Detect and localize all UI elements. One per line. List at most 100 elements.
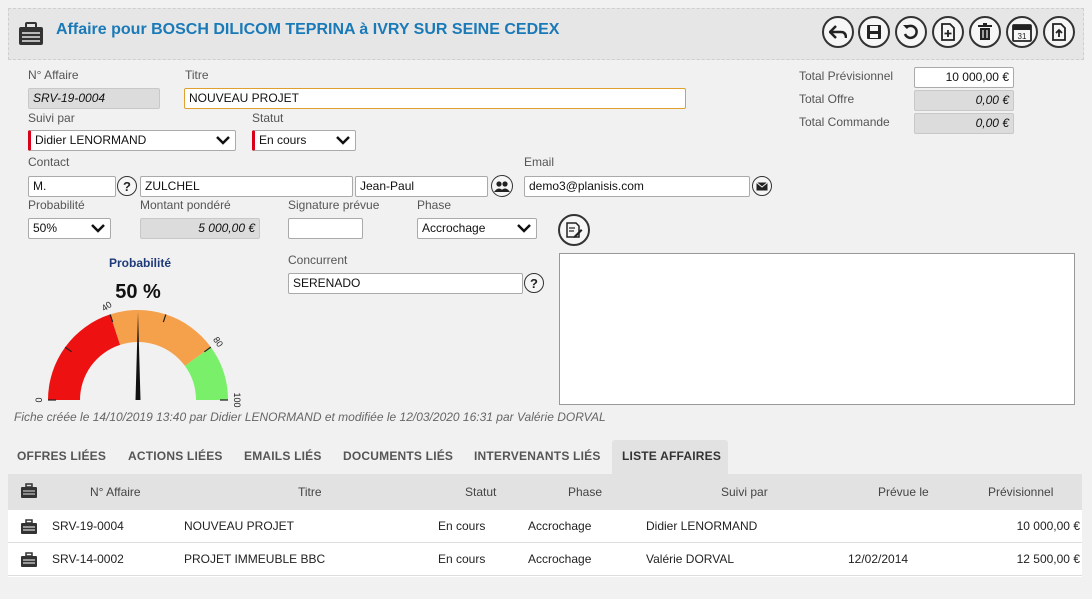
table-row[interactable]: SRV-14-0002 PROJET IMMEUBLE BBC En cours…: [8, 543, 1082, 576]
briefcase-icon[interactable]: [20, 552, 38, 568]
cell-previsionnel: 12 500,00 €: [1016, 552, 1080, 566]
titre-input[interactable]: NOUVEAU PROJET: [184, 88, 686, 109]
phase-label: Phase: [417, 198, 452, 212]
export-icon: [1052, 23, 1066, 41]
suivi-par-select[interactable]: Didier LENORMAND: [28, 130, 236, 151]
refresh-button[interactable]: [895, 16, 927, 48]
cell-suivi: Valérie DORVAL: [646, 552, 735, 566]
back-button[interactable]: [822, 16, 854, 48]
total-previsionnel-input[interactable]: 10 000,00 €: [914, 67, 1014, 88]
cell-phase: Accrochage: [528, 519, 592, 533]
affaires-table: N° Affaire Titre Statut Phase Suivi par …: [8, 474, 1082, 577]
concurrent-label: Concurrent: [288, 253, 348, 267]
briefcase-icon[interactable]: [20, 519, 38, 535]
save-button[interactable]: [858, 16, 890, 48]
edit-notes-button[interactable]: [558, 214, 590, 246]
back-icon: [829, 25, 847, 39]
col-header-num[interactable]: N° Affaire: [90, 485, 141, 499]
page-title: Affaire pour BOSCH DILICOM TEPRINA à IVR…: [56, 21, 560, 38]
num-affaire-label: N° Affaire: [28, 68, 79, 82]
cell-suivi: Didier LENORMAND: [646, 519, 758, 533]
total-offre-field: 0,00 €: [914, 90, 1014, 111]
gauge-title: Probabilité: [109, 256, 171, 270]
col-header-titre[interactable]: Titre: [298, 485, 322, 499]
probability-gauge: Probabilité 50 % 0 40 80 100: [34, 256, 242, 408]
probabilite-select[interactable]: 50%: [28, 218, 111, 239]
chevron-down-icon: [216, 136, 230, 145]
col-header-previsionnel[interactable]: Prévisionnel: [988, 485, 1053, 499]
tab-emails-lies[interactable]: EMAILS LIÉS: [244, 449, 322, 463]
probabilite-label: Probabilité: [28, 198, 85, 212]
save-icon: [867, 25, 881, 39]
gauge-tick-label: 100: [232, 392, 242, 407]
calendar-day-text: 31: [1018, 32, 1027, 41]
signature-prevue-input[interactable]: [288, 218, 363, 239]
titre-label: Titre: [185, 68, 209, 82]
phase-select[interactable]: Accrochage: [417, 218, 537, 239]
cell-titre: PROJET IMMEUBLE BBC: [184, 552, 326, 566]
cell-phase: Accrochage: [528, 552, 592, 566]
cell-statut: En cours: [438, 519, 486, 533]
send-email-button[interactable]: [752, 176, 772, 196]
gauge-band-red: [48, 314, 121, 400]
concurrent-input[interactable]: SERENADO: [288, 273, 523, 294]
civilite-input[interactable]: M.: [28, 176, 116, 197]
signature-prevue-label: Signature prévue: [288, 198, 380, 212]
montant-pondere-field: 5 000,00 €: [140, 218, 260, 239]
total-commande-label: Total Commande: [799, 115, 890, 129]
total-offre-label: Total Offre: [799, 92, 855, 106]
col-header-statut[interactable]: Statut: [465, 485, 496, 499]
cell-statut: En cours: [438, 552, 486, 566]
concurrent-help-button[interactable]: ?: [524, 273, 544, 293]
tab-actions-liees[interactable]: ACTIONS LIÉES: [128, 449, 223, 463]
montant-pondere-label: Montant pondéré: [140, 198, 231, 212]
phase-value: Accrochage: [422, 221, 486, 235]
gauge-tick-label: 40: [100, 299, 114, 313]
contacts-button[interactable]: [491, 175, 513, 197]
total-commande-field: 0,00 €: [914, 113, 1014, 134]
cell-previsionnel: 10 000,00 €: [1016, 519, 1080, 533]
briefcase-icon: [21, 483, 37, 498]
gauge-tick-label: 80: [211, 335, 225, 349]
delete-icon: [978, 23, 992, 40]
gauge-tick-label: 0: [34, 397, 44, 402]
col-header-suivi[interactable]: Suivi par: [721, 485, 768, 499]
total-previsionnel-label: Total Prévisionnel: [799, 69, 894, 83]
edit-note-icon: [566, 222, 583, 238]
cell-num: SRV-19-0004: [52, 519, 124, 533]
statut-value: En cours: [259, 133, 307, 147]
tab-intervenants-lies[interactable]: INTERVENANTS LIÉS: [474, 449, 601, 463]
notes-textarea[interactable]: [559, 253, 1075, 405]
users-icon: [494, 181, 510, 192]
tab-offres-liees[interactable]: OFFRES LIÉES: [17, 449, 106, 463]
email-input[interactable]: demo3@planisis.com: [524, 176, 750, 197]
num-affaire-field: SRV-19-0004: [28, 88, 160, 109]
prenom-input[interactable]: Jean-Paul: [355, 176, 488, 197]
table-row[interactable]: SRV-19-0004 NOUVEAU PROJET En cours Accr…: [8, 510, 1082, 543]
gauge-value-text: 50 %: [115, 281, 161, 303]
delete-button[interactable]: [969, 16, 1001, 48]
cell-titre: NOUVEAU PROJET: [184, 519, 295, 533]
contact-help-button[interactable]: ?: [117, 176, 137, 196]
statut-select[interactable]: En cours: [252, 130, 356, 151]
email-label: Email: [524, 155, 555, 169]
suivi-par-value: Didier LENORMAND: [35, 133, 147, 147]
suivi-par-label: Suivi par: [28, 111, 75, 125]
tab-documents-lies[interactable]: DOCUMENTS LIÉS: [343, 449, 453, 463]
col-header-prevue[interactable]: Prévue le: [878, 485, 929, 499]
calendar-icon: 31: [1012, 24, 1032, 42]
help-icon: ?: [530, 275, 538, 291]
tab-liste-affaires[interactable]: LISTE AFFAIRES: [622, 449, 721, 463]
col-header-phase[interactable]: Phase: [568, 485, 602, 499]
chevron-down-icon: [91, 224, 105, 233]
export-button[interactable]: [1043, 16, 1075, 48]
refresh-icon: [903, 24, 918, 40]
nom-input[interactable]: ZULCHEL: [140, 176, 353, 197]
table-header: N° Affaire Titre Statut Phase Suivi par …: [8, 474, 1082, 510]
statut-label: Statut: [252, 111, 284, 125]
chevron-down-icon: [517, 224, 531, 233]
gauge-band-orange: [110, 310, 211, 366]
new-document-button[interactable]: [932, 16, 964, 48]
calendar-button[interactable]: 31: [1006, 16, 1038, 48]
new-document-icon: [941, 23, 955, 41]
